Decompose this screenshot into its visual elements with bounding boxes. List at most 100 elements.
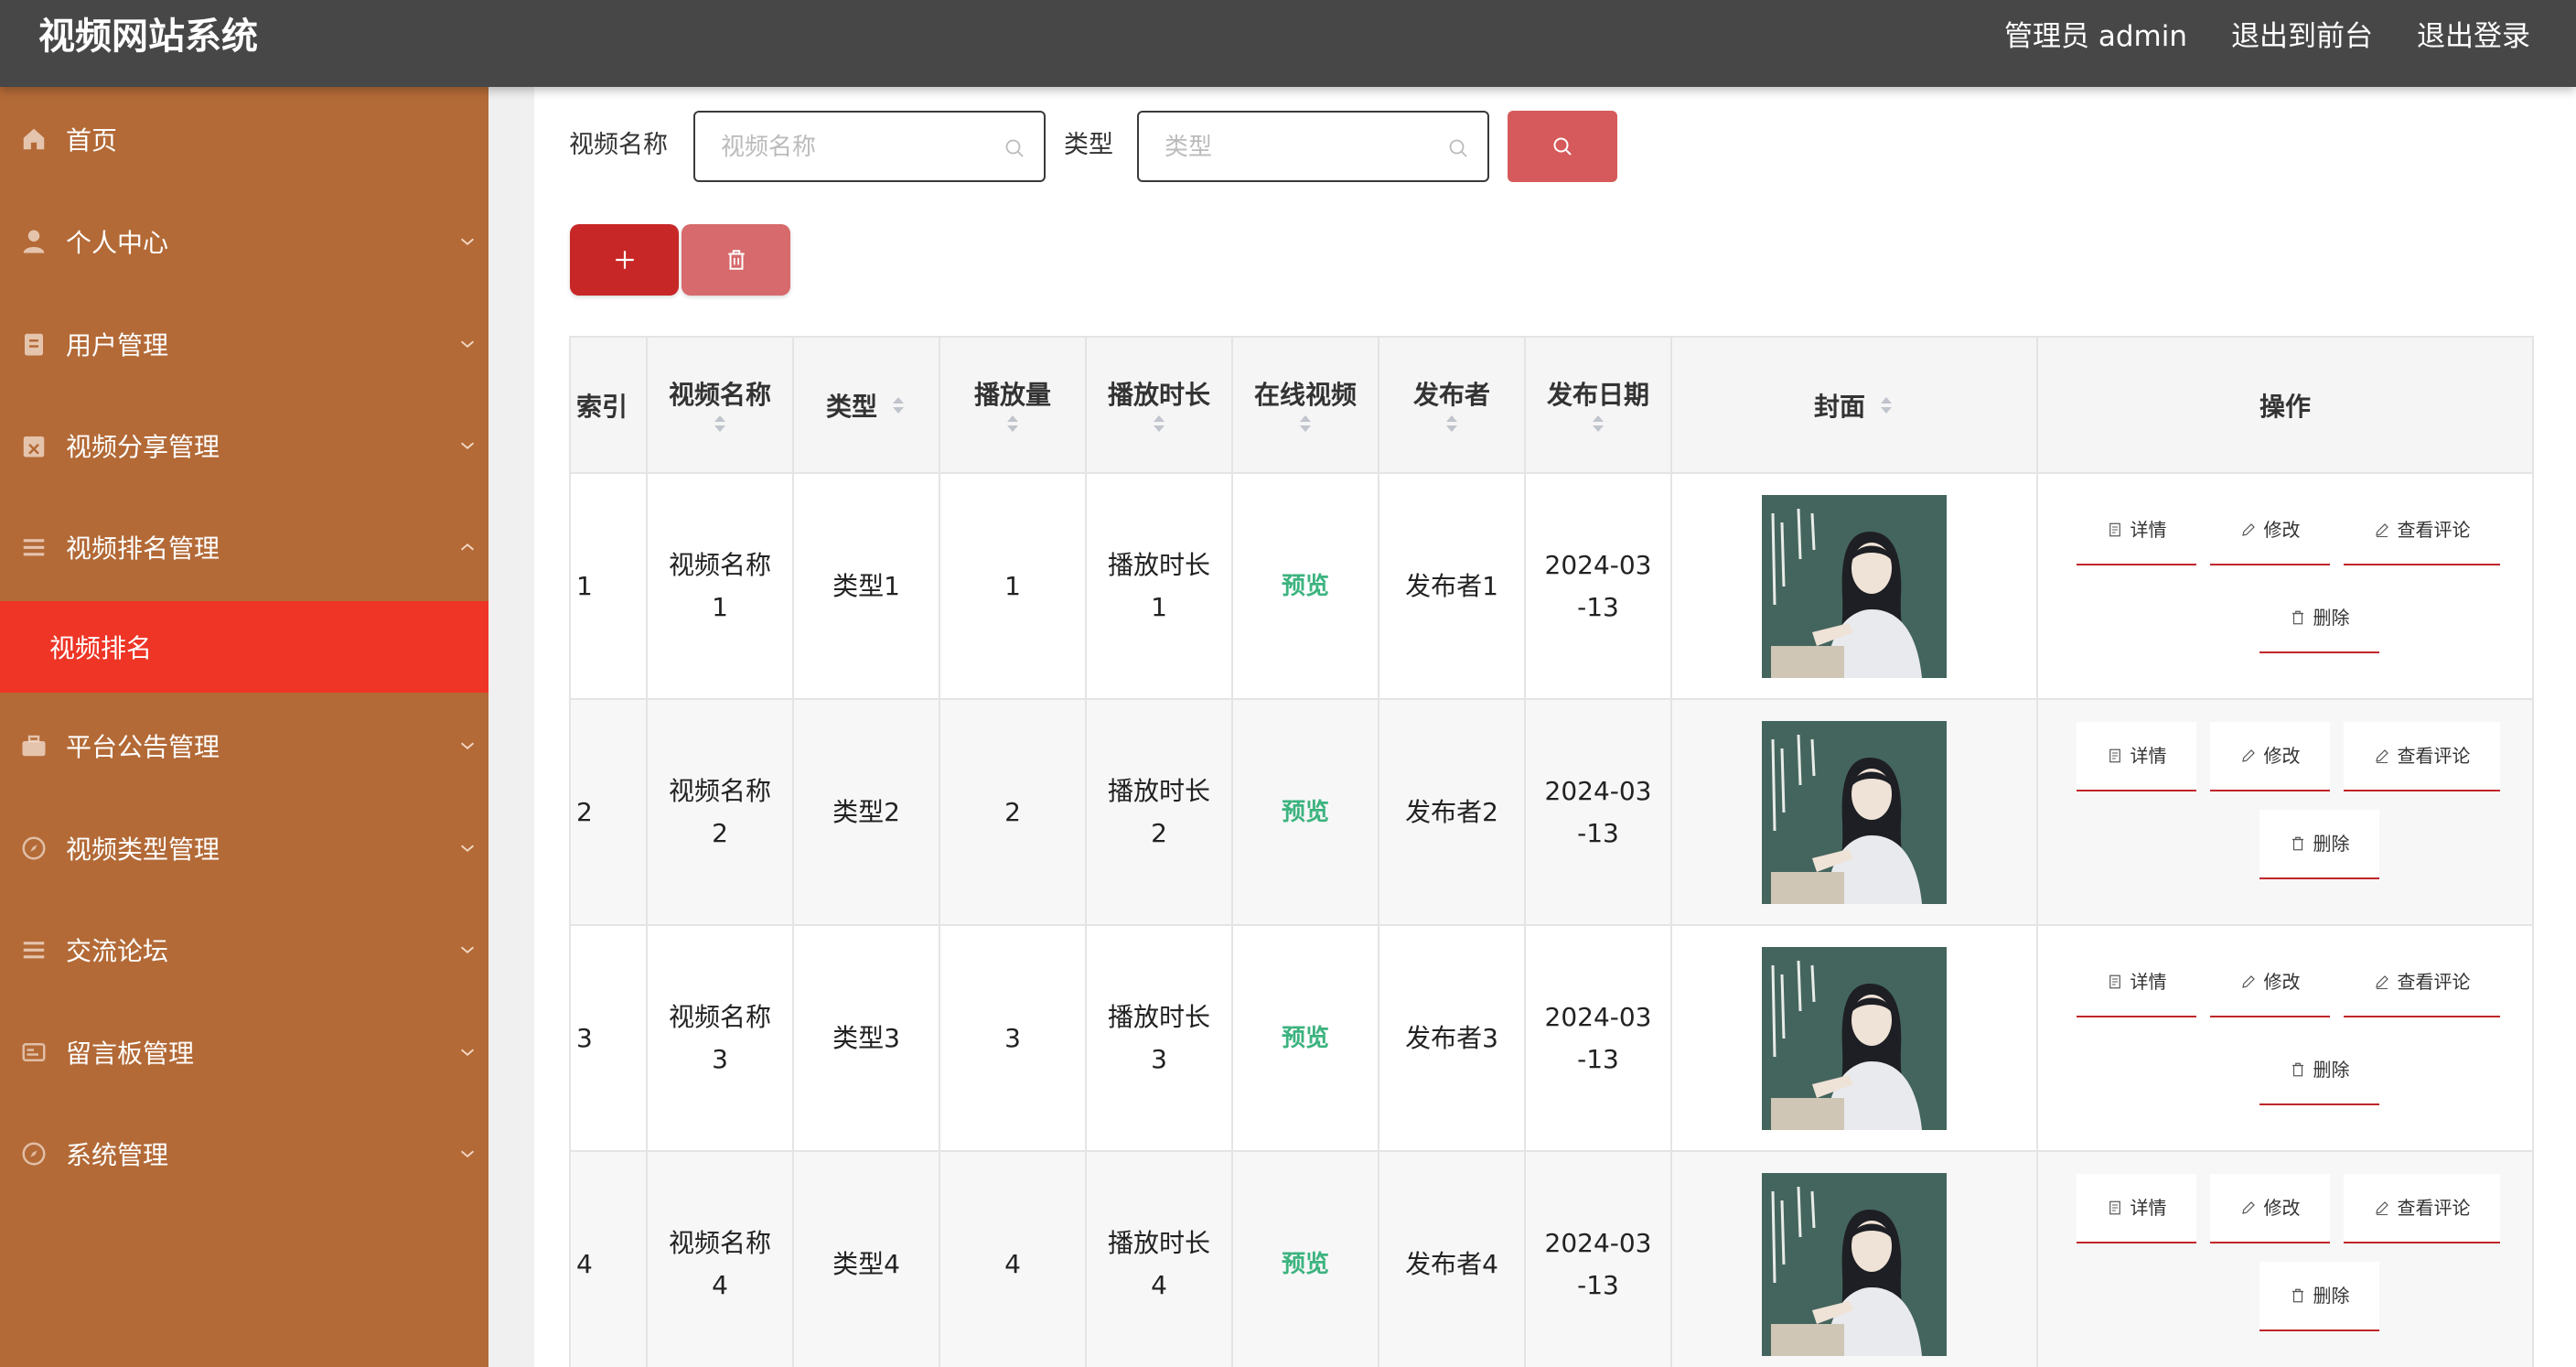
preview-link[interactable]: 预览	[1282, 799, 1329, 826]
trash-icon	[2292, 1062, 2303, 1076]
delete-label: 删除	[2313, 606, 2350, 629]
sidebar-item-message-board-management[interactable]: 留言板管理	[0, 1016, 488, 1089]
trash-icon	[2292, 1288, 2303, 1302]
edit-button[interactable]: 修改	[2210, 948, 2330, 1017]
sidebar: 首页 个人中心 用户管理 视频分享管理 视频排名管理 视频排名 平台公告管理 视…	[0, 87, 488, 1367]
edit-button[interactable]: 修改	[2210, 1173, 2330, 1243]
delete-button[interactable]: 删除	[2259, 1261, 2379, 1331]
briefcase-icon	[22, 735, 46, 757]
delete-button[interactable]: 删除	[2259, 809, 2379, 879]
search-button[interactable]	[1508, 111, 1617, 182]
type-search-input[interactable]	[1165, 129, 1421, 166]
header-video-name[interactable]: 视频名称	[646, 336, 794, 474]
cell-publisher: 发布者2	[1378, 698, 1526, 926]
sidebar-item-video-ranking-management[interactable]: 视频排名管理	[0, 511, 488, 584]
preview-link[interactable]: 预览	[1282, 1251, 1329, 1278]
batch-delete-button[interactable]	[682, 224, 790, 296]
header-publish-date[interactable]: 发布日期	[1524, 336, 1672, 474]
header-label: 操作	[2259, 391, 2311, 422]
document-icon	[2109, 1200, 2120, 1214]
header-duration[interactable]: 播放时长	[1085, 336, 1233, 474]
video-ranking-table: 索引 视频名称 类型 播放量 播放时长 在线视频 发布者 发布日期 封面 操作 …	[569, 336, 2534, 1367]
table-row: 1 视频名称 1 类型1 1 播放时长 1 预览 发布者1 2024-03 -13	[569, 472, 2534, 700]
sidebar-item-video-share-management[interactable]: 视频分享管理	[0, 409, 488, 482]
top-links: 管理员 admin 退出到前台 退出登录	[2004, 13, 2530, 60]
type-search-label: 类型	[1064, 131, 1113, 159]
table-row: 2 视频名称 2 类型2 2 播放时长 2 预览 发布者2 2024-03 -13	[569, 698, 2534, 926]
sidebar-item-label: 个人中心	[66, 228, 169, 258]
preview-link[interactable]: 预览	[1282, 573, 1329, 600]
header-label: 在线视频	[1253, 379, 1357, 410]
edit-button[interactable]: 修改	[2210, 721, 2330, 791]
cell-actions: 详情 修改 查看评论 删除	[2036, 924, 2534, 1152]
header-plays[interactable]: 播放量	[939, 336, 1087, 474]
trash-icon	[728, 250, 745, 270]
chevron-down-icon	[460, 238, 475, 245]
sidebar-item-label: 视频类型管理	[66, 834, 220, 865]
header-label: 类型	[825, 391, 877, 422]
admin-user-link[interactable]: 管理员 admin	[2004, 13, 2187, 60]
detail-button[interactable]: 详情	[2077, 721, 2196, 791]
header-cover[interactable]: 封面	[1670, 336, 2038, 474]
user-icon	[23, 230, 45, 253]
cell-index: 1	[569, 472, 648, 700]
sidebar-item-label: 首页	[66, 125, 118, 156]
table-header-row: 索引 视频名称 类型 播放量 播放时长 在线视频 发布者 发布日期 封面 操作	[569, 336, 2534, 474]
trash-icon	[2292, 836, 2303, 850]
video-name-search-input[interactable]	[721, 129, 977, 166]
view-comments-button[interactable]: 查看评论	[2344, 721, 2500, 791]
cover-image[interactable]	[1762, 720, 1947, 904]
cover-image[interactable]	[1762, 494, 1947, 678]
pencil-icon	[2241, 748, 2255, 762]
sidebar-item-announcement-management[interactable]: 平台公告管理	[0, 709, 488, 782]
add-button[interactable]	[570, 224, 679, 296]
logout-link[interactable]: 退出登录	[2417, 13, 2530, 60]
sidebar-item-user-management[interactable]: 用户管理	[0, 307, 488, 381]
detail-button[interactable]: 详情	[2077, 1173, 2196, 1243]
sidebar-item-home[interactable]: 首页	[0, 102, 488, 176]
cell-online-video: 预览	[1231, 472, 1379, 700]
delete-button[interactable]: 删除	[2259, 1036, 2379, 1105]
row-actions: 详情 修改 查看评论 删除	[2044, 486, 2527, 687]
detail-label: 详情	[2130, 1196, 2167, 1219]
cell-actions: 详情 修改 查看评论 删除	[2036, 1150, 2534, 1367]
message-box-icon	[22, 1043, 46, 1061]
home-icon	[23, 128, 45, 150]
cell-duration: 播放时长 1	[1085, 472, 1233, 700]
view-comments-button[interactable]: 查看评论	[2344, 1173, 2500, 1243]
sidebar-item-system-management[interactable]: 系统管理	[0, 1117, 488, 1190]
edit-button[interactable]: 修改	[2210, 496, 2330, 565]
table-row: 4 视频名称 4 类型4 4 播放时长 4 预览 发布者4 2024-03 -13	[569, 1150, 2534, 1367]
sort-icon	[1592, 414, 1604, 432]
detail-button[interactable]: 详情	[2077, 496, 2196, 565]
pencil-icon	[2241, 1200, 2255, 1214]
view-comments-button[interactable]: 查看评论	[2344, 948, 2500, 1017]
document-icon	[2109, 522, 2120, 536]
sidebar-item-label: 系统管理	[66, 1140, 169, 1170]
header-type[interactable]: 类型	[792, 336, 940, 474]
view-comments-button[interactable]: 查看评论	[2344, 496, 2500, 565]
sidebar-subitem-video-ranking[interactable]: 视频排名	[0, 601, 488, 693]
sort-icon	[1445, 414, 1457, 432]
delete-button[interactable]: 删除	[2259, 584, 2379, 653]
cell-type: 类型2	[792, 698, 940, 926]
exit-to-frontend-link[interactable]: 退出到前台	[2231, 13, 2373, 60]
sidebar-item-personal-center[interactable]: 个人中心	[0, 205, 488, 278]
delete-label: 删除	[2313, 1284, 2350, 1307]
cover-image[interactable]	[1762, 946, 1947, 1130]
sidebar-item-video-type-management[interactable]: 视频类型管理	[0, 812, 488, 885]
cell-video-name: 视频名称 4	[646, 1150, 794, 1367]
view-comments-label: 查看评论	[2397, 744, 2471, 767]
cover-image[interactable]	[1762, 1172, 1947, 1356]
app-title: 视频网站系统	[38, 16, 258, 58]
header-publisher[interactable]: 发布者	[1378, 336, 1526, 474]
cell-publish-date: 2024-03 -13	[1524, 924, 1672, 1152]
preview-link[interactable]: 预览	[1282, 1025, 1329, 1052]
detail-button[interactable]: 详情	[2077, 948, 2196, 1017]
row-actions: 详情 修改 查看评论 删除	[2044, 712, 2527, 913]
header-online-video[interactable]: 在线视频	[1231, 336, 1379, 474]
header-label: 发布日期	[1546, 379, 1649, 410]
sidebar-item-forum[interactable]: 交流论坛	[0, 913, 488, 986]
top-bar: 视频网站系统 管理员 admin 退出到前台 退出登录	[0, 0, 2576, 87]
pencil-icon	[2375, 748, 2388, 763]
